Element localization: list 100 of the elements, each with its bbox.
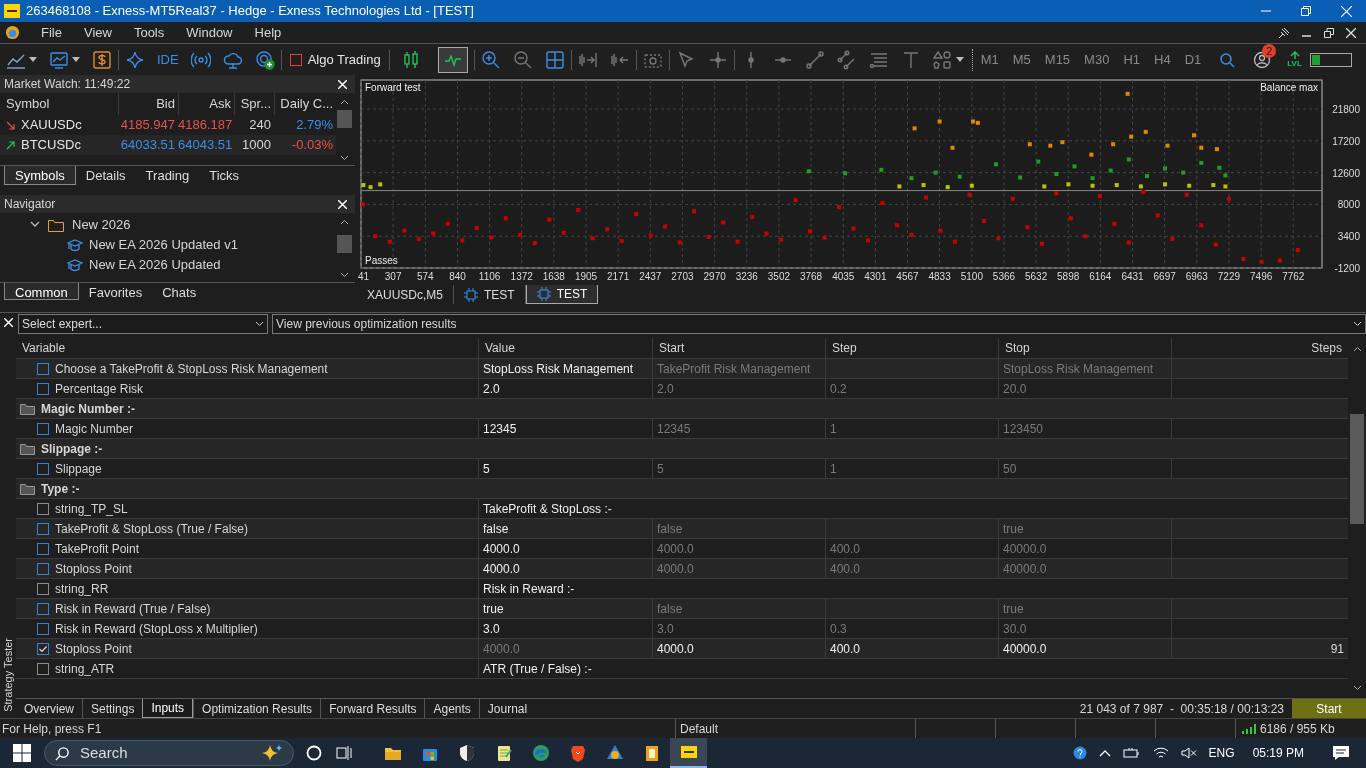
start-button[interactable]: Start <box>1292 699 1366 718</box>
column-header[interactable]: Value <box>478 338 652 358</box>
variable-name: Slippage <box>55 460 102 478</box>
x-tick-label: 4035 <box>832 271 855 282</box>
group-label[interactable]: Type :- <box>41 479 80 498</box>
tree-item[interactable]: New EA 2026 Updated v1 <box>89 235 238 255</box>
panel-title: Navigator <box>4 196 56 213</box>
x-tick-label: 6963 <box>1185 271 1208 282</box>
tree-item[interactable]: New EA 2026 Updated <box>89 255 221 275</box>
table-cell-text: 4000.0 <box>657 560 694 578</box>
variable-name: TakeProfit & StopLoss (True / False) <box>55 520 248 538</box>
variable-name: TakeProfit Point <box>55 540 140 558</box>
group-label[interactable]: Slippage :- <box>41 439 103 458</box>
table-cell-text: 123450 <box>1003 420 1044 438</box>
table-cell-text: 4000.0 <box>483 560 520 578</box>
results-dropdown[interactable]: View previous optimization results <box>272 314 1366 334</box>
table-cell-text: 1 <box>830 420 837 438</box>
panel-tab[interactable]: Common <box>4 283 79 300</box>
ask-price: 64043.51 <box>178 136 234 155</box>
search-field[interactable]: Search <box>44 740 294 766</box>
table-cell-text: true <box>1003 600 1024 618</box>
menu-item[interactable]: Tools <box>122 22 176 43</box>
panel-tab[interactable]: Chats <box>152 283 207 300</box>
x-tick-label: 840 <box>449 271 466 282</box>
x-tick-label: 1905 <box>574 271 598 282</box>
daily-change: -0.03% <box>290 136 334 155</box>
x-tick-label: 6164 <box>1089 271 1112 282</box>
timeframe-button[interactable]: M15 <box>1044 49 1071 70</box>
x-tick-label: 307 <box>384 271 402 282</box>
column-header[interactable]: Bid <box>118 93 178 115</box>
x-tick-label: 5898 <box>1057 271 1080 282</box>
variable-name: Percentage Risk <box>55 380 144 398</box>
column-header[interactable]: Spr... <box>234 93 274 115</box>
panel-tab[interactable]: Trading <box>135 166 200 185</box>
chart-tab[interactable]: TEST <box>454 285 526 304</box>
table-cell-text: true <box>483 600 504 618</box>
menu-item[interactable]: Help <box>243 22 293 43</box>
chart-tab[interactable]: XAUUSDc,M5 <box>357 285 454 304</box>
traffic-text: 6186 / 955 Kb <box>1260 720 1335 738</box>
x-tick-label: 2437 <box>639 271 662 282</box>
tester-tab[interactable]: Inputs <box>142 699 194 718</box>
variable-name: string_ATR <box>55 660 115 678</box>
timeframe-button[interactable]: H4 <box>1154 49 1171 70</box>
table-cell-text: TakeProfit Risk Management <box>657 360 811 378</box>
table-cell-text: TakeProfit & StopLoss :- <box>483 500 612 518</box>
table-cell-text: 40000.0 <box>1003 540 1047 558</box>
expert-dropdown[interactable]: Select expert... <box>18 314 268 334</box>
column-header[interactable]: Stop <box>998 338 1171 358</box>
table-cell-text: 400.0 <box>830 640 861 658</box>
timeframe-button[interactable]: D1 <box>1184 49 1202 70</box>
table-cell-text: 4000.0 <box>483 540 520 558</box>
menu-item[interactable]: File <box>30 22 73 43</box>
variable-name: Stoploss Point <box>55 560 132 578</box>
progress-text: 21 043 of 7 987 - 00:35:18 / 00:13:23 <box>1079 700 1285 718</box>
menu-item[interactable]: View <box>72 22 123 43</box>
x-tick-label: 1106 <box>478 271 501 282</box>
y-tick-label: 17200 <box>1332 135 1360 147</box>
ide-button[interactable]: IDE <box>157 49 179 70</box>
symbol-name[interactable]: XAUUSDc <box>21 115 82 135</box>
x-tick-label: 4567 <box>896 271 919 282</box>
table-cell-text: false <box>657 520 683 538</box>
clock-time[interactable]: 05:19 PM <box>1252 744 1304 762</box>
table-cell-text: 91 <box>1330 640 1344 658</box>
timeframe-button[interactable]: M30 <box>1084 49 1110 70</box>
table-cell-text: 30.0 <box>1003 620 1027 638</box>
column-header[interactable]: Start <box>652 338 825 358</box>
timeframe-button[interactable]: M1 <box>980 49 999 70</box>
table-cell-text: 40000.0 <box>1003 640 1047 658</box>
timeframe-button[interactable]: M5 <box>1012 49 1031 70</box>
timeframe-button[interactable]: H1 <box>1123 49 1140 70</box>
tree-item[interactable]: New 2026 <box>72 215 131 235</box>
table-cell-text: 400.0 <box>830 540 861 558</box>
menu-item[interactable]: Window <box>175 22 244 43</box>
search-input[interactable]: Search <box>80 741 230 765</box>
symbol-name[interactable]: BTCUSDc <box>21 135 81 155</box>
bid-price: 4185.947 <box>119 116 176 135</box>
panel-title: Market Watch: 11:49:22 <box>4 76 131 93</box>
spread-value: 240 <box>248 116 272 135</box>
tester-tab[interactable]: Overview <box>16 699 82 718</box>
chart-tab[interactable]: TEST <box>525 285 599 304</box>
x-tick-label: 3502 <box>767 271 790 282</box>
variable-name: Risk in Reward (StopLoss x Multiplier) <box>55 620 258 638</box>
column-header[interactable]: Symbol <box>0 93 118 115</box>
panel-tab[interactable]: Ticks <box>199 166 250 185</box>
panel-tab[interactable]: Details <box>75 166 136 185</box>
column-header[interactable]: Step <box>825 338 998 358</box>
column-header[interactable]: Ask <box>178 93 234 115</box>
group-label[interactable]: Magic Number :- <box>41 399 135 418</box>
daily-change: 2.79% <box>295 116 334 135</box>
panel-tab[interactable]: Favorites <box>78 283 153 300</box>
language-indicator[interactable]: ENG <box>1208 744 1235 762</box>
y-tick-label: 3400 <box>1337 231 1360 243</box>
x-tick-label: 1372 <box>510 271 533 282</box>
variable-name: Magic Number <box>55 420 134 438</box>
algo-trading-button[interactable]: Algo Trading <box>287 49 383 70</box>
panel-tab[interactable]: Symbols <box>4 166 76 185</box>
table-cell-text: false <box>483 520 509 538</box>
column-header[interactable]: Variable <box>16 338 478 358</box>
level-label[interactable]: LVL <box>1287 59 1302 68</box>
table-cell-text: 2.0 <box>657 380 674 398</box>
